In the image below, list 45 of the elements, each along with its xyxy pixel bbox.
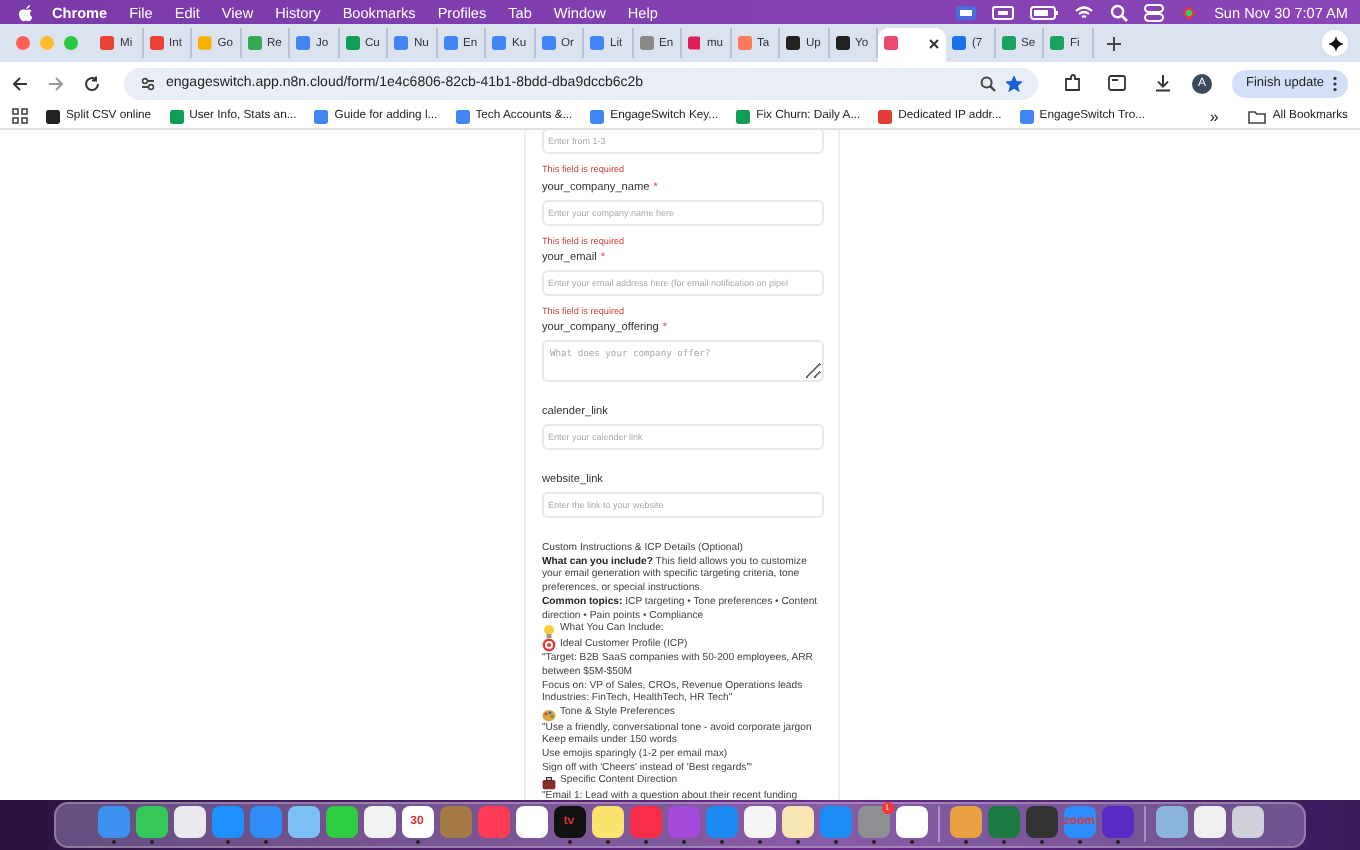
app-icon[interactable]: [1155, 805, 1187, 837]
colorful-status-icon[interactable]: [1180, 3, 1199, 21]
tab-search-icon[interactable]: [1107, 74, 1128, 92]
app-icon[interactable]: [363, 805, 395, 837]
star-icon[interactable]: [1005, 75, 1022, 91]
wifi-icon[interactable]: [1074, 3, 1095, 21]
status-icon[interactable]: [956, 3, 977, 21]
app-icon[interactable]: [781, 805, 813, 837]
app-icon[interactable]: [287, 805, 319, 837]
extensions-icon[interactable]: [1063, 74, 1082, 92]
sparkle-icon[interactable]: [1327, 35, 1343, 51]
app-icon[interactable]: [1025, 805, 1057, 837]
apps-grid-icon[interactable]: [12, 108, 28, 124]
app-icon[interactable]: [135, 805, 167, 837]
briefcase-icon: [542, 775, 556, 790]
app-icon[interactable]: [1231, 805, 1263, 837]
app-icon[interactable]: [1193, 805, 1225, 837]
close-window-icon[interactable]: [16, 36, 30, 50]
back-arrow-icon[interactable]: [12, 75, 28, 91]
app-icon[interactable]: [895, 805, 927, 837]
app-icon[interactable]: [743, 805, 775, 837]
display-icon[interactable]: [992, 3, 1015, 21]
app-icon[interactable]: [515, 805, 547, 837]
new-tab-icon[interactable]: [1105, 35, 1121, 51]
target-icon: [542, 638, 556, 653]
palette-icon: [542, 707, 556, 722]
download-icon[interactable]: [1153, 74, 1172, 92]
app-icon[interactable]: [173, 805, 205, 837]
more-bookmarks-button[interactable]: »: [1209, 107, 1219, 125]
browser-tab[interactable]: [878, 28, 946, 62]
site-settings-icon[interactable]: [140, 75, 156, 91]
close-icon[interactable]: [928, 37, 940, 49]
app-icon[interactable]: [325, 805, 357, 837]
battery-icon[interactable]: [1030, 3, 1059, 21]
apple-logo-icon[interactable]: [18, 3, 34, 21]
app-icon[interactable]: [591, 805, 623, 837]
forward-arrow-icon[interactable]: [48, 75, 64, 91]
reload-icon[interactable]: [84, 75, 100, 91]
lightbulb-icon: [542, 623, 556, 638]
control-center-icon[interactable]: [1144, 3, 1165, 21]
folder-icon: [1248, 109, 1267, 123]
more-options-icon: [1332, 75, 1338, 91]
search-icon[interactable]: [1110, 3, 1129, 21]
app-icon[interactable]: [949, 805, 981, 837]
zoom-icon[interactable]: [979, 75, 996, 91]
